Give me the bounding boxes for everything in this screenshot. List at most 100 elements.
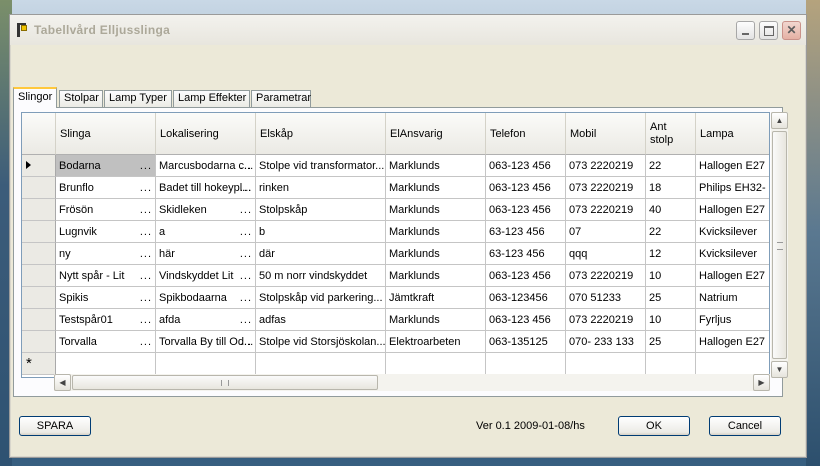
table-cell[interactable]: Stolpe vid Storsjöskolan... bbox=[256, 331, 386, 353]
ok-button[interactable]: OK bbox=[618, 416, 690, 436]
minimize-button[interactable] bbox=[736, 21, 755, 40]
cell-ellipsis-button[interactable]: ... bbox=[140, 160, 152, 172]
table-cell[interactable]: 063-135125 bbox=[486, 331, 566, 353]
table-cell[interactable]: 073 2220219 bbox=[566, 155, 646, 177]
cell-ellipsis-button[interactable]: ... bbox=[140, 270, 152, 282]
tab-lamp-typer[interactable]: Lamp Typer bbox=[104, 90, 172, 107]
row-selector[interactable] bbox=[22, 243, 56, 265]
column-header[interactable]: Telefon bbox=[486, 113, 566, 155]
table-cell[interactable]: Frösön... bbox=[56, 199, 156, 221]
cell-ellipsis-button[interactable]: ... bbox=[240, 160, 252, 172]
row-selector[interactable] bbox=[22, 331, 56, 353]
cell-ellipsis-button[interactable]: ... bbox=[240, 336, 252, 348]
column-header[interactable]: Mobil bbox=[566, 113, 646, 155]
table-cell[interactable]: Bodarna... bbox=[56, 155, 156, 177]
table-cell[interactable]: Lugnvik... bbox=[56, 221, 156, 243]
cell-ellipsis-button[interactable]: ... bbox=[240, 314, 252, 326]
vertical-scrollbar[interactable]: ▲ ▼ bbox=[771, 112, 788, 378]
table-cell[interactable]: Stolpskåp vid parkering... bbox=[256, 287, 386, 309]
table-cell[interactable]: Marklunds bbox=[386, 199, 486, 221]
table-cell[interactable]: Hallogen E27 bbox=[696, 199, 769, 221]
table-cell[interactable]: Marklunds bbox=[386, 309, 486, 331]
table-cell[interactable]: 063-123 456 bbox=[486, 265, 566, 287]
tab-slingor[interactable]: Slingor bbox=[13, 87, 57, 108]
table-cell[interactable]: Hallogen E27 bbox=[696, 155, 769, 177]
table-cell[interactable]: 22 bbox=[646, 155, 696, 177]
table-cell[interactable]: 18 bbox=[646, 177, 696, 199]
cell-ellipsis-button[interactable]: ... bbox=[140, 336, 152, 348]
table-cell[interactable]: Testspår01... bbox=[56, 309, 156, 331]
table-cell[interactable]: 070- 233 133 bbox=[566, 331, 646, 353]
row-selector[interactable] bbox=[22, 287, 56, 309]
table-cell[interactable]: Natrium bbox=[696, 287, 769, 309]
table-cell[interactable]: 063-123 456 bbox=[486, 155, 566, 177]
cell-ellipsis-button[interactable]: ... bbox=[140, 248, 152, 260]
column-header[interactable]: ElAnsvarig bbox=[386, 113, 486, 155]
table-cell[interactable]: Kvicksilever bbox=[696, 221, 769, 243]
row-selector[interactable] bbox=[22, 199, 56, 221]
table-cell[interactable]: 10 bbox=[646, 309, 696, 331]
close-button[interactable]: ✕ bbox=[782, 21, 801, 40]
table-cell[interactable]: 25 bbox=[646, 331, 696, 353]
table-cell[interactable]: 40 bbox=[646, 199, 696, 221]
table-cell[interactable]: Jämtkraft bbox=[386, 287, 486, 309]
table-cell[interactable]: Stolpskåp bbox=[256, 199, 386, 221]
table-cell[interactable]: Marcusbodarna c...... bbox=[156, 155, 256, 177]
table-cell[interactable]: där bbox=[256, 243, 386, 265]
table-cell[interactable]: rinken bbox=[256, 177, 386, 199]
table-cell[interactable]: Marklunds bbox=[386, 243, 486, 265]
new-row-cell[interactable] bbox=[566, 353, 646, 375]
column-header[interactable]: Lampa bbox=[696, 113, 769, 155]
table-cell[interactable]: här... bbox=[156, 243, 256, 265]
table-cell[interactable]: adfas bbox=[256, 309, 386, 331]
table-cell[interactable]: 063-123 456 bbox=[486, 177, 566, 199]
table-cell[interactable]: 073 2220219 bbox=[566, 199, 646, 221]
row-selector[interactable] bbox=[22, 155, 56, 177]
row-selector[interactable] bbox=[22, 309, 56, 331]
cell-ellipsis-button[interactable]: ... bbox=[240, 270, 252, 282]
table-cell[interactable]: Torvalla... bbox=[56, 331, 156, 353]
table-cell[interactable]: ny... bbox=[56, 243, 156, 265]
table-cell[interactable]: 073 2220219 bbox=[566, 309, 646, 331]
column-header[interactable]: Lokalisering bbox=[156, 113, 256, 155]
table-cell[interactable]: Kvicksilever bbox=[696, 243, 769, 265]
table-cell[interactable]: a... bbox=[156, 221, 256, 243]
scroll-left-button[interactable]: ◀ bbox=[54, 374, 71, 391]
row-selector[interactable] bbox=[22, 221, 56, 243]
table-cell[interactable]: 073 2220219 bbox=[566, 177, 646, 199]
tab-parametrar[interactable]: Parametrar bbox=[251, 90, 311, 107]
table-cell[interactable]: 25 bbox=[646, 287, 696, 309]
table-cell[interactable]: Fyrljus bbox=[696, 309, 769, 331]
table-cell[interactable]: 50 m norr vindskyddet bbox=[256, 265, 386, 287]
cell-ellipsis-button[interactable]: ... bbox=[240, 182, 252, 194]
horizontal-scrollbar[interactable]: ◀ ▶ bbox=[54, 374, 770, 391]
row-selector[interactable] bbox=[22, 265, 56, 287]
cell-ellipsis-button[interactable]: ... bbox=[240, 226, 252, 238]
new-row-selector[interactable]: * bbox=[22, 353, 56, 375]
cell-ellipsis-button[interactable]: ... bbox=[240, 248, 252, 260]
column-header[interactable]: Elskåp bbox=[256, 113, 386, 155]
table-cell[interactable]: 10 bbox=[646, 265, 696, 287]
table-cell[interactable]: Skidleken... bbox=[156, 199, 256, 221]
new-row-cell[interactable] bbox=[486, 353, 566, 375]
table-cell[interactable]: afda... bbox=[156, 309, 256, 331]
title-bar[interactable]: Tabellvård Elljusslinga ✕ bbox=[10, 15, 806, 45]
cancel-button[interactable]: Cancel bbox=[709, 416, 781, 436]
maximize-button[interactable] bbox=[759, 21, 778, 40]
table-cell[interactable]: Spikbodaarna... bbox=[156, 287, 256, 309]
table-cell[interactable]: 063-123 456 bbox=[486, 309, 566, 331]
table-cell[interactable]: 07 bbox=[566, 221, 646, 243]
new-row-cell[interactable] bbox=[386, 353, 486, 375]
table-cell[interactable]: 63-123 456 bbox=[486, 243, 566, 265]
new-row-cell[interactable] bbox=[156, 353, 256, 375]
new-row-cell[interactable] bbox=[256, 353, 386, 375]
table-cell[interactable]: 070 51233 bbox=[566, 287, 646, 309]
slingor-grid[interactable]: Slinga Lokalisering Elskåp ElAnsvarig Telefo… bbox=[21, 112, 770, 378]
table-cell[interactable]: Badet till hokeypl...... bbox=[156, 177, 256, 199]
table-cell[interactable]: Elektroarbeten bbox=[386, 331, 486, 353]
column-header[interactable]: Ant stolp bbox=[646, 113, 696, 155]
table-cell[interactable]: Spikis... bbox=[56, 287, 156, 309]
cell-ellipsis-button[interactable]: ... bbox=[240, 204, 252, 216]
table-cell[interactable]: qqq bbox=[566, 243, 646, 265]
tab-lamp-effekter[interactable]: Lamp Effekter bbox=[173, 90, 250, 107]
